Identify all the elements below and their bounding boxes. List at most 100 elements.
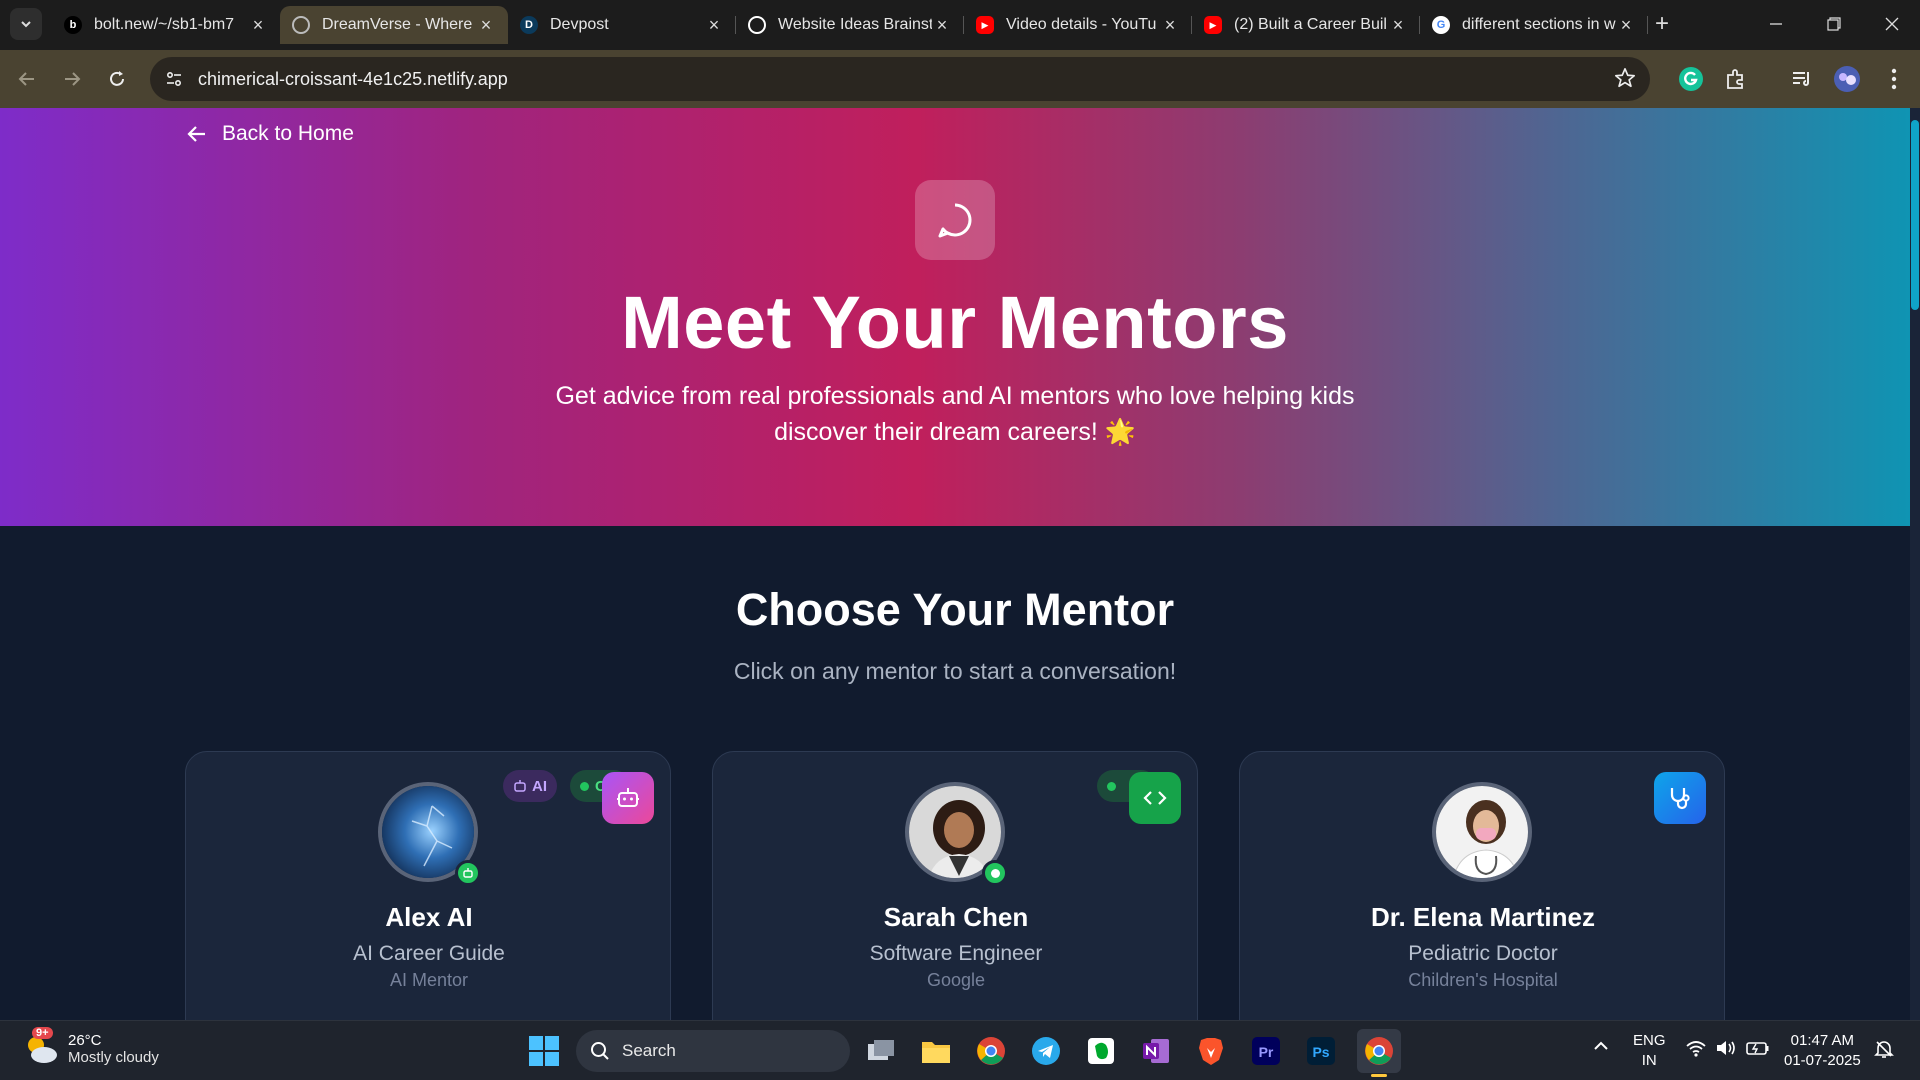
close-tab-icon[interactable]: × bbox=[1160, 15, 1180, 35]
bookmark-star-icon[interactable] bbox=[1614, 67, 1636, 94]
chat-bubble-icon bbox=[915, 180, 995, 260]
tab-title: Video details - YouTu bbox=[1006, 16, 1157, 33]
tab-divider bbox=[1647, 16, 1648, 34]
task-view-icon[interactable] bbox=[862, 1032, 900, 1070]
tab-5[interactable]: ▶ (2) Built a Career Buil × bbox=[1192, 6, 1420, 44]
online-dot bbox=[1107, 781, 1116, 791]
mentor-organization: Google bbox=[926, 970, 986, 990]
address-bar[interactable]: chimerical-croissant-4e1c25.netlify.app bbox=[150, 57, 1650, 101]
back-link-label: Back to Home bbox=[222, 122, 354, 145]
web-page: Back to Home Meet Your Mentors Get advic… bbox=[0, 108, 1910, 1020]
grammarly-icon[interactable] bbox=[1676, 64, 1706, 94]
weather-condition: Mostly cloudy bbox=[68, 1049, 159, 1066]
back-to-home-link[interactable]: Back to Home bbox=[186, 122, 354, 146]
notification-bell-icon[interactable] bbox=[1874, 1039, 1894, 1065]
ai-tag-badge: AI bbox=[503, 770, 557, 802]
section-title: Choose Your Mentor bbox=[735, 584, 1175, 635]
weather-widget[interactable]: 9+ 26°C Mostly cloudy bbox=[22, 1027, 159, 1067]
mentor-organization: Children's Hospital bbox=[1408, 970, 1558, 990]
section-subtitle: Click on any mentor to start a conversat… bbox=[733, 658, 1177, 684]
bolt-icon: b bbox=[64, 16, 82, 34]
extensions-icon[interactable] bbox=[1721, 64, 1751, 94]
mentor-card-elena-martinez[interactable]: Dr. Elena Martinez Pediatric Doctor Chil… bbox=[1239, 751, 1725, 1020]
close-tab-icon[interactable]: × bbox=[476, 15, 496, 35]
minimize-button[interactable] bbox=[1756, 10, 1796, 38]
arrow-left-icon bbox=[187, 126, 205, 142]
globe-icon bbox=[292, 16, 310, 34]
start-button[interactable] bbox=[528, 1035, 560, 1067]
youtube-icon: ▶ bbox=[976, 16, 994, 34]
page-subtitle: Get advice from real professionals and A… bbox=[555, 382, 1355, 446]
photoshop-icon[interactable]: Ps bbox=[1302, 1032, 1340, 1070]
chrome-menu-icon[interactable] bbox=[1879, 64, 1909, 94]
language-indicator[interactable]: ENG IN bbox=[1633, 1031, 1666, 1071]
weather-badge: 9+ bbox=[32, 1027, 53, 1039]
new-tab-button[interactable]: + bbox=[1650, 10, 1674, 37]
mentor-name: Sarah Chen bbox=[883, 902, 1029, 932]
tab-title: Website Ideas Brainst bbox=[778, 16, 932, 33]
chrome-active-icon[interactable] bbox=[1357, 1029, 1401, 1077]
tab-title: different sections in w bbox=[1462, 16, 1616, 33]
windows-icon bbox=[529, 1036, 559, 1066]
stethoscope-icon bbox=[1654, 772, 1706, 824]
premiere-pro-icon[interactable]: Pr bbox=[1247, 1032, 1285, 1070]
page-title: Meet Your Mentors bbox=[621, 281, 1289, 364]
volume-icon[interactable] bbox=[1715, 1039, 1737, 1063]
mentor-role: Software Engineer bbox=[869, 942, 1043, 965]
clock-time: 01:47 AM bbox=[1790, 1032, 1855, 1049]
tab-4[interactable]: ▶ Video details - YouTu × bbox=[964, 6, 1192, 44]
tab-list: b bolt.new/~/sb1-bm7 × DreamVerse - Where × D… bbox=[52, 6, 1648, 50]
site-info-icon[interactable] bbox=[162, 67, 186, 91]
taskbar-search[interactable]: Search bbox=[576, 1030, 850, 1072]
tab-6[interactable]: Gdifferent sections in w × bbox=[1420, 6, 1648, 44]
tab-search-button[interactable] bbox=[10, 8, 42, 40]
brave-icon[interactable] bbox=[1192, 1032, 1230, 1070]
reload-icon bbox=[110, 71, 124, 86]
telegram-icon[interactable] bbox=[1027, 1032, 1065, 1070]
restore-button[interactable] bbox=[1814, 10, 1854, 38]
mentor-card-sarah-chen[interactable]: Sarah Chen Software Engineer Google bbox=[712, 751, 1198, 1020]
url-text: chimerical-croissant-4e1c25.netlify.app bbox=[198, 68, 508, 89]
onenote-icon[interactable] bbox=[1137, 1032, 1175, 1070]
arrow-right-icon bbox=[65, 72, 81, 86]
tab-1[interactable]: DreamVerse - Where × bbox=[280, 6, 508, 44]
tab-title: Devpost bbox=[550, 16, 609, 33]
clock[interactable]: 01:47 AM 01-07-2025 bbox=[1784, 1031, 1861, 1071]
chrome-icon[interactable] bbox=[972, 1032, 1010, 1070]
tab-2[interactable]: D Devpost × bbox=[508, 6, 736, 44]
close-icon bbox=[1885, 17, 1899, 31]
robot-icon bbox=[602, 772, 654, 824]
online-dot bbox=[580, 781, 589, 791]
code-icon bbox=[1129, 772, 1181, 824]
close-tab-icon[interactable]: × bbox=[932, 15, 952, 35]
evernote-icon[interactable] bbox=[1082, 1032, 1120, 1070]
devpost-icon: D bbox=[520, 16, 538, 34]
file-explorer-icon[interactable] bbox=[917, 1032, 955, 1070]
online-status-icon bbox=[982, 860, 1008, 886]
mentor-role: Pediatric Doctor bbox=[1408, 942, 1558, 965]
page-scrollbar[interactable] bbox=[1910, 108, 1920, 1020]
wifi-icon[interactable] bbox=[1685, 1039, 1707, 1063]
back-button[interactable] bbox=[12, 64, 42, 94]
show-hidden-icons-icon[interactable] bbox=[1592, 1037, 1610, 1061]
media-control-icon[interactable] bbox=[1787, 64, 1817, 94]
scroll-thumb[interactable] bbox=[1911, 120, 1919, 310]
robot-icon bbox=[514, 780, 526, 792]
close-tab-icon[interactable]: × bbox=[704, 15, 724, 35]
close-tab-icon[interactable]: × bbox=[1616, 15, 1636, 35]
robot-status-icon bbox=[455, 860, 481, 886]
arrow-left-icon bbox=[18, 72, 34, 86]
forward-button[interactable] bbox=[57, 64, 87, 94]
openai-icon bbox=[748, 16, 766, 34]
close-window-button[interactable] bbox=[1872, 10, 1912, 38]
search-icon bbox=[591, 1042, 609, 1060]
mentor-card-alex-ai[interactable]: AI C Alex AI AI Career Guide AI Mentor bbox=[185, 751, 671, 1020]
temperature: 26°C bbox=[68, 1032, 102, 1049]
tab-0[interactable]: b bolt.new/~/sb1-bm7 × bbox=[52, 6, 280, 44]
tab-3[interactable]: Website Ideas Brainst × bbox=[736, 6, 964, 44]
profile-avatar[interactable] bbox=[1832, 64, 1862, 94]
reload-button[interactable] bbox=[102, 64, 132, 94]
battery-icon[interactable] bbox=[1746, 1039, 1770, 1063]
close-tab-icon[interactable]: × bbox=[248, 15, 268, 35]
close-tab-icon[interactable]: × bbox=[1388, 15, 1408, 35]
